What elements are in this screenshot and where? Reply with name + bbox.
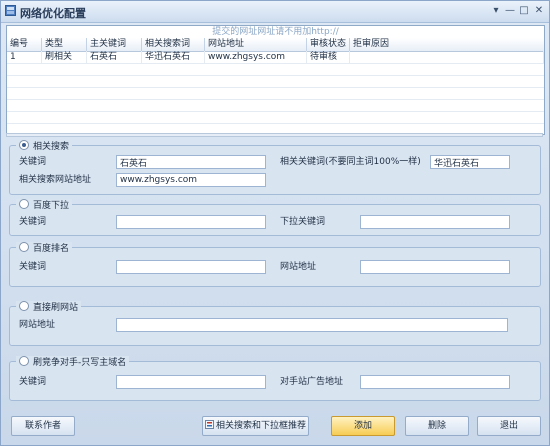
radio-icon bbox=[19, 199, 29, 209]
keyword-label: 关键词 bbox=[19, 217, 47, 227]
ranking-url-input[interactable] bbox=[360, 260, 510, 274]
competitor-keyword-input[interactable] bbox=[116, 375, 266, 389]
competitor-ad-input[interactable] bbox=[360, 375, 510, 389]
dropdown-keyword-label: 下拉关键词 bbox=[280, 217, 326, 227]
ranking-url-label: 网站地址 bbox=[280, 262, 317, 272]
keyword-label: 关键词 bbox=[19, 377, 47, 387]
related-keyword-input[interactable] bbox=[430, 155, 510, 169]
dropdown-related-input[interactable] bbox=[360, 215, 510, 229]
column-header[interactable]: 类型 bbox=[42, 38, 87, 51]
contact-author-button[interactable]: 联系作者 bbox=[11, 416, 75, 436]
table-cell: www.zhgsys.com bbox=[205, 51, 307, 63]
recommend-button-label: 相关搜索和下拉框推荐 bbox=[215, 421, 306, 431]
recommend-button[interactable]: 相关搜索和下拉框推荐 bbox=[202, 416, 309, 436]
radio-icon bbox=[19, 140, 29, 150]
column-header[interactable]: 网站地址 bbox=[205, 38, 307, 51]
radio-icon bbox=[19, 242, 29, 252]
related-url-label: 相关搜索网站地址 bbox=[19, 175, 92, 185]
competitor-group: 刷竞争对手-只写主域名 关键词 对手站广告地址 bbox=[9, 356, 541, 401]
column-header[interactable]: 主关键词 bbox=[87, 38, 142, 51]
baidu-ranking-option[interactable]: 百度排名 bbox=[16, 242, 73, 254]
table-cell: 待审核 bbox=[307, 51, 350, 63]
radio-icon bbox=[19, 301, 29, 311]
window-menu-icon[interactable]: ▾ bbox=[489, 4, 503, 17]
grid-header: 编号 类型 主关键词 相关搜索词 网站地址 审核状态 拒审原因 bbox=[7, 38, 544, 52]
horizontal-scrollbar[interactable] bbox=[6, 133, 543, 137]
direct-site-option[interactable]: 直接刷网站 bbox=[16, 301, 82, 313]
keyword-label: 关键词 bbox=[19, 157, 47, 167]
related-search-group: 相关搜索 关键词 相关关键词(不要同主词100%一样) 相关搜索网站地址 bbox=[9, 140, 541, 195]
table-cell bbox=[350, 51, 544, 63]
related-keyword-label: 相关关键词(不要同主词100%一样) bbox=[280, 157, 421, 167]
site-url-input[interactable] bbox=[116, 318, 508, 332]
window-title: 网络优化配置 bbox=[20, 7, 86, 20]
baidu-ranking-title: 百度排名 bbox=[33, 244, 70, 254]
main-window: 网络优化配置 ▾ — □ ✕ 提交的网址网址请不用加http:// 编号 类型 … bbox=[0, 0, 550, 446]
exit-button[interactable]: 退出 bbox=[477, 416, 541, 436]
baidu-dropdown-option[interactable]: 百度下拉 bbox=[16, 199, 73, 211]
column-header[interactable]: 审核状态 bbox=[307, 38, 350, 51]
table-cell: 华迅石英石 bbox=[142, 51, 205, 63]
dropdown-keyword-input[interactable] bbox=[116, 215, 266, 229]
title-bar: 网络优化配置 ▾ — □ ✕ bbox=[1, 1, 549, 23]
direct-site-group: 直接刷网站 网站地址 bbox=[9, 301, 541, 346]
competitor-title: 刷竞争对手-只写主域名 bbox=[33, 358, 127, 368]
delete-button[interactable]: 删除 bbox=[405, 416, 469, 436]
baidu-ranking-group: 百度排名 关键词 网站地址 bbox=[9, 242, 541, 287]
competitor-ad-label: 对手站广告地址 bbox=[280, 377, 344, 387]
column-header[interactable]: 拒审原因 bbox=[350, 38, 544, 51]
related-search-option[interactable]: 相关搜索 bbox=[16, 140, 73, 152]
competitor-option[interactable]: 刷竞争对手-只写主域名 bbox=[16, 356, 130, 368]
ranking-keyword-input[interactable] bbox=[116, 260, 266, 274]
table-cell: 石英石 bbox=[87, 51, 142, 63]
table-cell: 1 bbox=[7, 51, 42, 63]
site-url-label: 网站地址 bbox=[19, 320, 56, 330]
recommend-icon bbox=[204, 420, 214, 429]
column-header[interactable]: 相关搜索词 bbox=[142, 38, 205, 51]
records-grid[interactable]: 提交的网址网址请不用加http:// 编号 类型 主关键词 相关搜索词 网站地址… bbox=[6, 25, 545, 135]
table-cell: 刷相关 bbox=[42, 51, 87, 63]
grid-hint: 提交的网址网址请不用加http:// bbox=[212, 27, 339, 37]
keyword-input[interactable] bbox=[116, 155, 266, 169]
baidu-dropdown-group: 百度下拉 关键词 下拉关键词 bbox=[9, 199, 541, 236]
column-header[interactable]: 编号 bbox=[7, 38, 42, 51]
direct-site-title: 直接刷网站 bbox=[33, 303, 79, 313]
keyword-label: 关键词 bbox=[19, 262, 47, 272]
close-icon[interactable]: ✕ bbox=[532, 4, 546, 17]
app-icon bbox=[5, 5, 16, 16]
radio-icon bbox=[19, 356, 29, 366]
maximize-icon[interactable]: □ bbox=[517, 4, 531, 17]
minimize-icon[interactable]: — bbox=[503, 4, 517, 17]
add-button[interactable]: 添加 bbox=[331, 416, 395, 436]
related-search-title: 相关搜索 bbox=[33, 142, 70, 152]
baidu-dropdown-title: 百度下拉 bbox=[33, 201, 70, 211]
related-url-input[interactable] bbox=[116, 173, 266, 187]
